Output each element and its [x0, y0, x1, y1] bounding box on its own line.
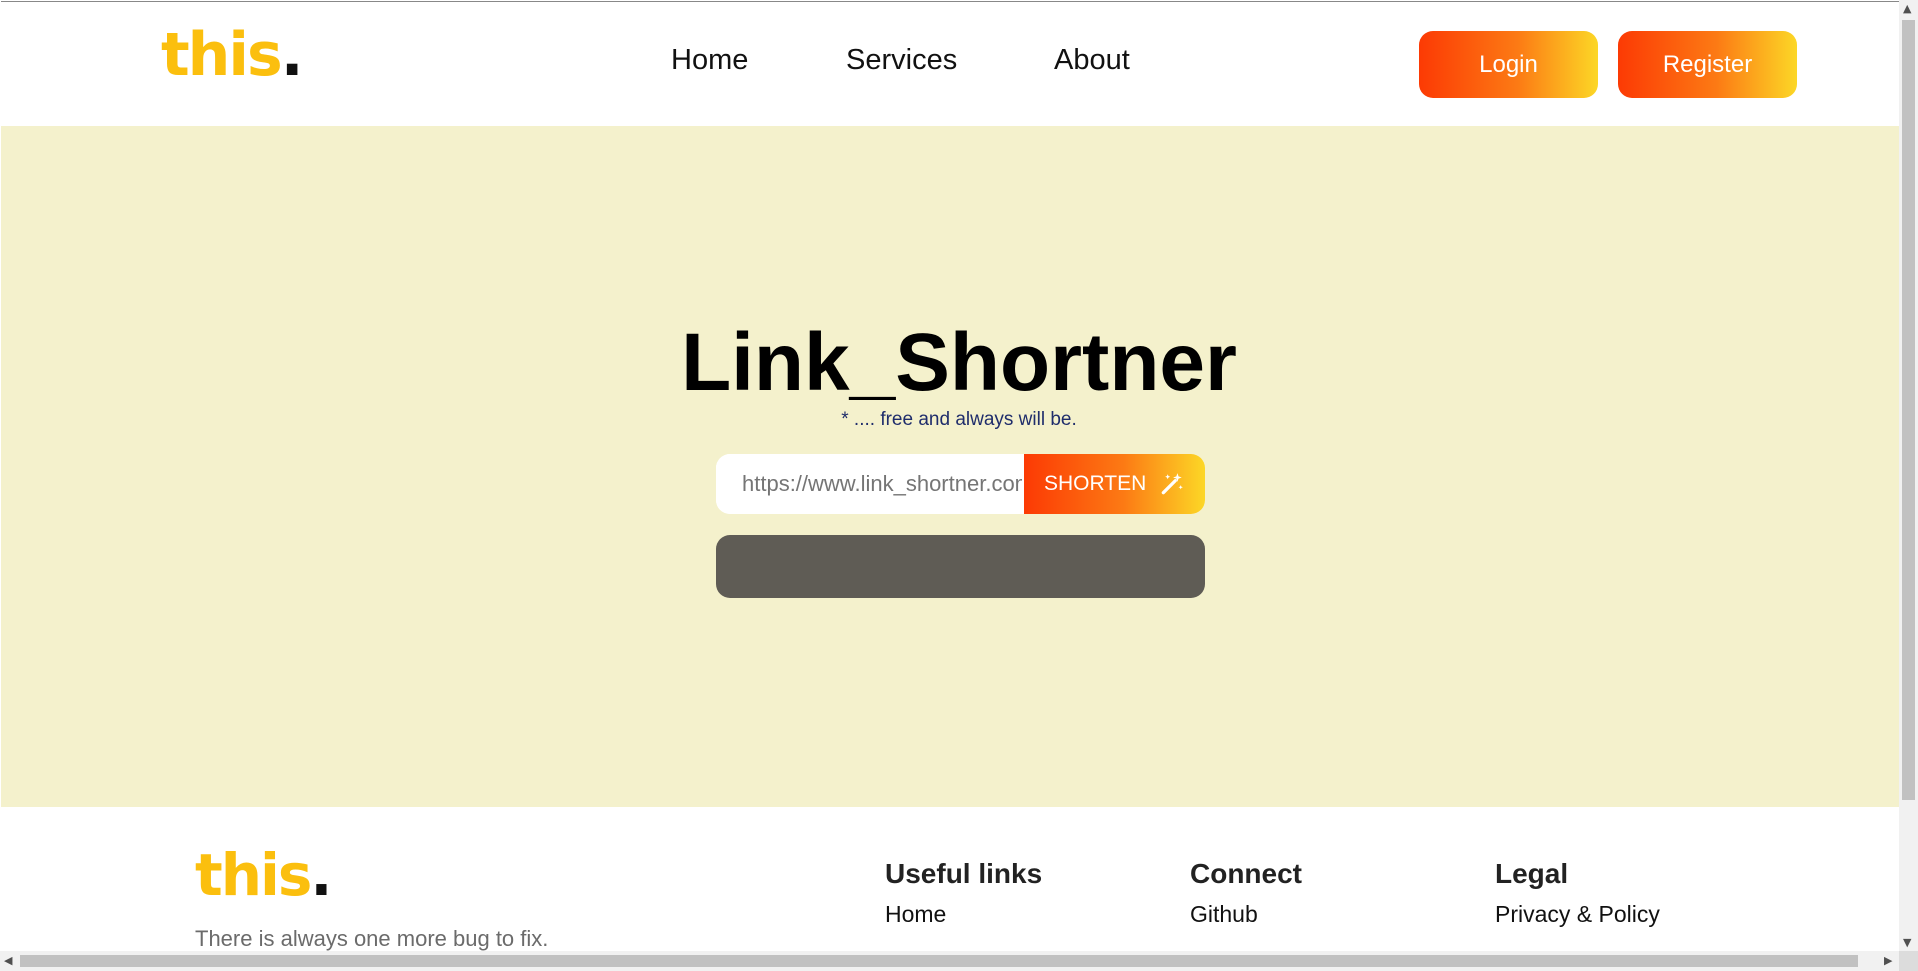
shorten-form: SHORTEN: [716, 454, 1205, 514]
page: this. Home Services About Login Register…: [1, 1, 1899, 952]
nav-home[interactable]: Home: [671, 44, 748, 77]
logo-text: this: [161, 20, 283, 90]
footer-legal-title: Legal: [1495, 858, 1569, 889]
site-logo[interactable]: this.: [161, 20, 304, 90]
vertical-scroll-thumb[interactable]: [1902, 20, 1915, 800]
footer-useful-links-title: Useful links: [885, 858, 1043, 889]
url-input[interactable]: [716, 454, 1024, 514]
footer-link-privacy-policy[interactable]: Privacy & Policy: [1495, 901, 1660, 928]
footer-link-home[interactable]: Home: [885, 901, 946, 928]
horizontal-scroll-thumb[interactable]: [20, 955, 1858, 967]
footer-logo[interactable]: this.: [195, 841, 332, 909]
site-header: this. Home Services About Login Register: [1, 2, 1899, 126]
footer-link-github[interactable]: Github: [1190, 901, 1258, 928]
scroll-left-arrow-icon[interactable]: ◀: [4, 954, 12, 967]
page-title: Link_Shortner: [681, 317, 1237, 408]
hero-subtitle: * .... free and always will be.: [841, 409, 1077, 430]
nav-about[interactable]: About: [1054, 44, 1130, 77]
shortened-result-box: [716, 535, 1205, 598]
footer-logo-text: this: [195, 841, 312, 909]
magic-wand-icon: [1161, 473, 1183, 495]
shorten-label: SHORTEN: [1044, 472, 1147, 495]
horizontal-scrollbar[interactable]: ◀ ▶: [0, 951, 1899, 971]
scroll-up-arrow-icon[interactable]: ▲: [1903, 2, 1911, 15]
login-button[interactable]: Login: [1419, 31, 1598, 98]
site-footer: this. There is always one more bug to fi…: [1, 807, 1899, 952]
register-button[interactable]: Register: [1618, 31, 1797, 98]
hero-section: Link_Shortner * .... free and always wil…: [1, 126, 1899, 807]
nav-services[interactable]: Services: [846, 44, 957, 77]
shorten-button[interactable]: SHORTEN: [1024, 454, 1205, 514]
scroll-down-arrow-icon[interactable]: ▼: [1903, 936, 1911, 949]
footer-logo-dot: .: [310, 841, 332, 909]
footer-tagline: There is always one more bug to fix.: [195, 926, 549, 951]
logo-dot: .: [280, 20, 304, 90]
scrollbar-corner: [1899, 951, 1918, 971]
scroll-right-arrow-icon[interactable]: ▶: [1884, 954, 1892, 967]
vertical-scrollbar[interactable]: ▲ ▼: [1899, 0, 1918, 952]
footer-connect-title: Connect: [1190, 858, 1302, 889]
